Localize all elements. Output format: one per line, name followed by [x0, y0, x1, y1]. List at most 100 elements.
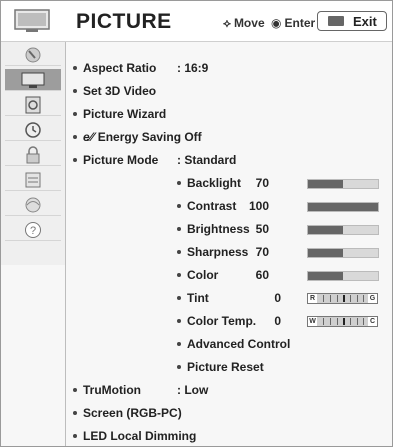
contrast-slider-fill: [308, 203, 378, 211]
color-temp-right-label: C: [368, 317, 377, 326]
submenu-item-picture-reset[interactable]: Picture Reset: [177, 360, 264, 374]
picture-wizard-label: Picture Wizard: [83, 107, 167, 121]
picture-mode-value: : Standard: [177, 153, 237, 167]
bullet: [177, 272, 181, 277]
menu-item-trumotion[interactable]: TruMotion: [73, 383, 141, 397]
exit-button[interactable]: Exit: [317, 11, 387, 31]
tint-value: 0: [274, 291, 281, 305]
network-icon: [25, 197, 41, 212]
sharpness-label: Sharpness: [187, 245, 249, 259]
tint-label: Tint: [187, 291, 209, 305]
submenu-item-contrast[interactable]: Contrast: [177, 199, 236, 213]
move-arrows-icon: ⟡: [223, 16, 231, 30]
submenu-item-tint[interactable]: Tint: [177, 291, 209, 305]
backlight-value: 70: [255, 176, 269, 190]
sidebar-item-lock[interactable]: [5, 144, 61, 166]
aspect-ratio-value: : 16:9: [177, 61, 209, 75]
menu-item-picture-mode[interactable]: Picture Mode: [73, 153, 158, 167]
backlight-slider-fill: [308, 180, 343, 188]
scale-center-tick: [343, 295, 345, 302]
sidebar-item-option[interactable]: [5, 169, 61, 191]
scale-tick: [363, 318, 364, 325]
submenu-item-brightness[interactable]: Brightness: [177, 222, 250, 236]
bullet: [177, 180, 181, 185]
brightness-slider[interactable]: [307, 225, 379, 235]
tint-scale[interactable]: R G: [307, 293, 378, 304]
scale-tick: [323, 295, 324, 302]
submenu-item-color[interactable]: Color: [177, 268, 218, 282]
bullet: [73, 65, 77, 70]
submenu-item-color-temp[interactable]: Color Temp.: [177, 314, 256, 328]
color-value: 60: [255, 268, 269, 282]
bullet: [73, 433, 77, 438]
scale-tick: [350, 295, 351, 302]
tint-right-label: G: [368, 294, 377, 303]
speaker-icon: [25, 96, 41, 113]
move-hint: ⟡ Move: [223, 16, 265, 31]
contrast-value: 100: [248, 199, 269, 213]
scale-tick: [337, 295, 338, 302]
picture-mode-label: Picture Mode: [83, 153, 159, 167]
header-bar: PICTURE ⟡ Move ◉ Enter Exit: [1, 1, 392, 42]
scale-tick: [330, 295, 331, 302]
menu-item-aspect-ratio[interactable]: Aspect Ratio: [73, 61, 156, 75]
scale-tick: [363, 295, 364, 302]
category-sidebar: ?: [1, 42, 66, 265]
exit-key-icon: [328, 16, 344, 26]
brightness-value: 50: [255, 222, 269, 236]
scale-tick: [330, 318, 331, 325]
bullet: [177, 341, 181, 346]
scale-center-tick: [343, 318, 345, 325]
menu-item-energy-saving[interactable]: e⁄⁄ Energy Saving: [73, 130, 181, 144]
color-slider[interactable]: [307, 271, 379, 281]
exit-button-label: Exit: [353, 14, 377, 29]
sidebar-item-network[interactable]: [5, 194, 61, 216]
sharpness-value: 70: [255, 245, 269, 259]
picture-settings-list: Aspect Ratio : 16:9 Set 3D Video Picture…: [67, 42, 392, 446]
bullet: [73, 88, 77, 93]
advanced-control-label: Advanced Control: [187, 337, 291, 351]
contrast-slider[interactable]: [307, 202, 379, 212]
move-hint-label: Move: [233, 16, 265, 30]
sharpness-slider-fill: [308, 249, 343, 257]
submenu-item-advanced-control[interactable]: Advanced Control: [177, 337, 290, 351]
lock-icon: [26, 145, 40, 163]
scale-tick: [337, 318, 338, 325]
submenu-item-sharpness[interactable]: Sharpness: [177, 245, 248, 259]
scale-tick: [323, 318, 324, 325]
sharpness-slider[interactable]: [307, 248, 379, 258]
sidebar-item-setup[interactable]: [5, 44, 61, 66]
backlight-slider[interactable]: [307, 179, 379, 189]
scale-tick: [357, 295, 358, 302]
tint-left-label: R: [308, 294, 317, 303]
sidebar-item-time[interactable]: [5, 119, 61, 141]
scale-tick: [357, 318, 358, 325]
sidebar-item-support[interactable]: ?: [5, 219, 61, 241]
color-slider-fill: [308, 272, 343, 280]
sidebar-item-picture[interactable]: [5, 69, 61, 91]
menu-item-screen-rgb-pc[interactable]: Screen (RGB-PC): [73, 406, 182, 420]
bullet: [73, 134, 77, 139]
menu-item-led-local-dimming[interactable]: LED Local Dimming: [73, 429, 196, 443]
bullet: [177, 226, 181, 231]
sidebar-item-audio[interactable]: [5, 94, 61, 116]
satellite-dish-icon: [25, 47, 41, 62]
clock-icon: [25, 121, 41, 138]
color-temp-scale[interactable]: W C: [307, 316, 378, 327]
bullet: [177, 318, 181, 323]
backlight-label: Backlight: [187, 176, 242, 190]
bullet: [177, 295, 181, 300]
brightness-label: Brightness: [187, 222, 250, 236]
bullet: [177, 249, 181, 254]
picture-reset-label: Picture Reset: [187, 360, 264, 374]
bullet: [73, 387, 77, 392]
energy-saving-icon: e⁄⁄: [83, 130, 94, 144]
menu-item-picture-wizard[interactable]: Picture Wizard: [73, 107, 166, 121]
submenu-item-backlight[interactable]: Backlight: [177, 176, 241, 190]
tv-icon: [14, 9, 50, 32]
led-local-dimming-label: LED Local Dimming: [83, 429, 197, 443]
trumotion-value: : Low: [177, 383, 209, 397]
menu-item-set-3d-video[interactable]: Set 3D Video: [73, 84, 156, 98]
color-temp-label: Color Temp.: [187, 314, 257, 328]
screen-rgb-pc-label: Screen (RGB-PC): [83, 406, 182, 420]
